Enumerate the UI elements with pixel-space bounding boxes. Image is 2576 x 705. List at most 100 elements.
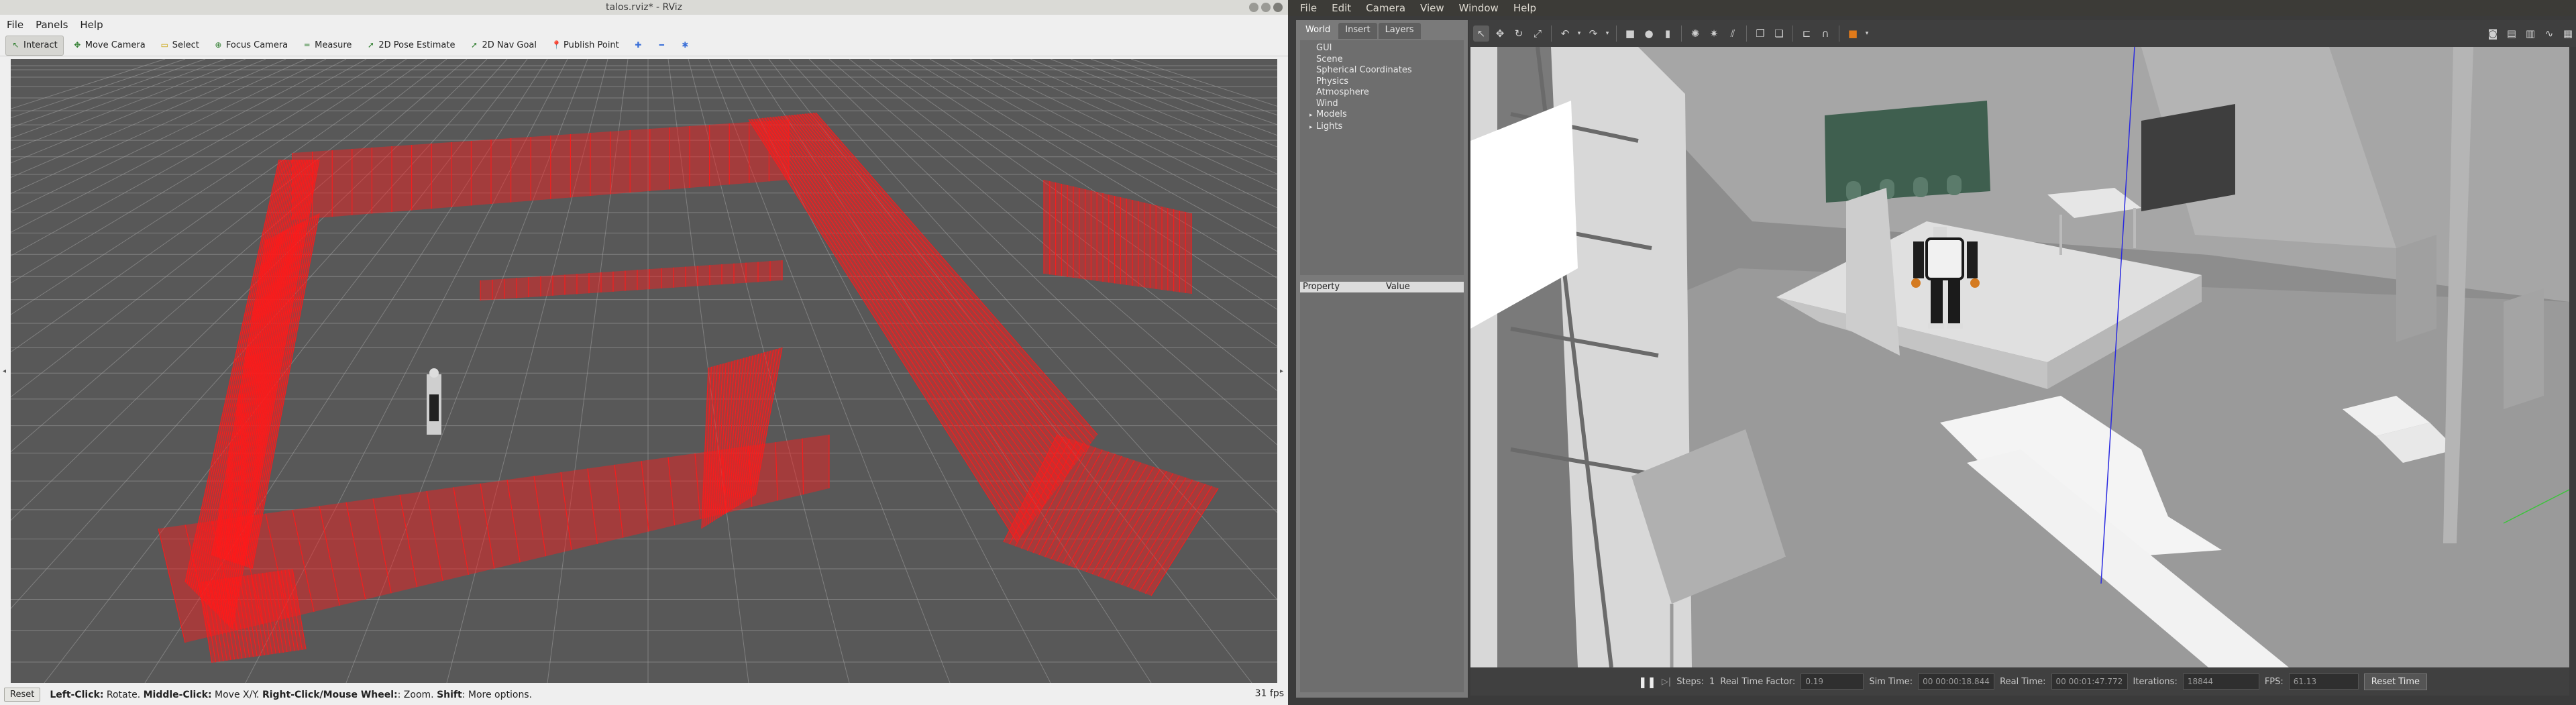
tool-move-camera[interactable]: ✥ Move Camera — [68, 36, 151, 55]
tool-properties-button[interactable]: ✱ — [676, 36, 695, 55]
remove-tool-button[interactable]: ━ — [652, 36, 672, 55]
spot-light-icon[interactable]: ✷ — [1706, 25, 1722, 42]
tool-focus-camera[interactable]: ⊕ Focus Camera — [209, 36, 293, 55]
log-icon[interactable]: ▤ — [2504, 25, 2520, 42]
redo-icon[interactable]: ↷ — [1585, 25, 1601, 42]
add-tool-button[interactable]: ✚ — [629, 36, 648, 55]
tree-item-gui[interactable]: GUI — [1309, 43, 1464, 54]
menu-camera[interactable]: Camera — [1360, 2, 1411, 14]
menu-window[interactable]: Window — [1454, 2, 1504, 14]
menu-file[interactable]: File — [1295, 2, 1322, 14]
select-mode-icon[interactable]: ↖ — [1473, 25, 1489, 42]
tree-item-atmosphere[interactable]: Atmosphere — [1309, 87, 1464, 99]
menu-help[interactable]: Help — [1508, 2, 1542, 14]
gear-icon: ✱ — [682, 40, 689, 50]
tab-layers[interactable]: Layers — [1378, 23, 1421, 39]
divider — [1681, 25, 1682, 42]
snap-icon[interactable]: ∩ — [1817, 25, 1833, 42]
tree-item-label: Scene — [1316, 54, 1343, 64]
reset-button[interactable]: Reset — [4, 688, 41, 702]
undo-icon[interactable]: ↶ — [1557, 25, 1573, 42]
undo-dropdown-icon[interactable]: ▾ — [1576, 25, 1582, 42]
robot-head — [429, 368, 439, 378]
grid-menu-icon[interactable]: ▦ — [2560, 25, 2576, 42]
rtf-label: Real Time Factor: — [1720, 676, 1796, 687]
tool-label: Focus Camera — [225, 40, 288, 50]
tree-item-lights[interactable]: ▸ Lights — [1309, 121, 1464, 133]
tool-select[interactable]: ▭ Select — [155, 36, 205, 55]
step-icon[interactable]: ▷| — [1662, 677, 1671, 687]
sphere-shape-icon[interactable]: ● — [1641, 25, 1657, 42]
rviz-window: talos.rviz* - RViz File Panels Help ↖ Int… — [0, 0, 1288, 705]
align-icon[interactable]: ⊏ — [1799, 25, 1815, 42]
tool-2d-pose-estimate[interactable]: ➚ 2D Pose Estimate — [361, 36, 460, 55]
maximize-icon[interactable] — [1261, 3, 1271, 12]
panel-tabs: World Insert Layers — [1296, 23, 1468, 39]
box-shape-icon[interactable]: ■ — [1622, 25, 1638, 42]
tool-interact[interactable]: ↖ Interact — [5, 35, 64, 56]
left-collapse-icon[interactable]: ◂ — [3, 368, 9, 375]
mouse-hint: Left-Click: Rotate. Middle-Click: Move X… — [50, 690, 532, 700]
tab-world[interactable]: World — [1299, 23, 1338, 39]
rtf-field: 0.19 — [1801, 673, 1864, 690]
copy-icon[interactable]: ❐ — [1752, 25, 1768, 42]
scale-mode-icon[interactable]: ⤢ — [1529, 25, 1546, 42]
menu-view[interactable]: View — [1415, 2, 1450, 14]
screenshot-icon[interactable]: ◙ — [2485, 25, 2501, 42]
tree-item-label: Lights — [1316, 121, 1343, 131]
tree-item-physics[interactable]: Physics — [1309, 76, 1464, 88]
record-video-icon[interactable]: ▥ — [2522, 25, 2538, 42]
3d-viewport[interactable] — [11, 59, 1277, 683]
menu-bar: File Edit Camera View Window Help — [1288, 0, 2576, 16]
right-collapse-icon[interactable]: ▸ — [1280, 368, 1287, 375]
cylinder-shape-icon[interactable]: ▮ — [1660, 25, 1676, 42]
reset-time-button[interactable]: Reset Time — [2363, 673, 2428, 690]
tool-measure[interactable]: ═ Measure — [297, 36, 357, 55]
tree-item-scene[interactable]: Scene — [1309, 54, 1464, 66]
view-dropdown-icon[interactable]: ▾ — [1864, 25, 1870, 42]
pose-estimate-icon: ➚ — [367, 40, 374, 50]
paste-icon[interactable]: ❏ — [1771, 25, 1787, 42]
tool-label: Measure — [315, 40, 352, 50]
tree-item-models[interactable]: ▸ Models — [1309, 109, 1464, 121]
pause-icon[interactable]: ❚❚ — [1638, 675, 1656, 688]
menu-panels[interactable]: Panels — [33, 17, 74, 32]
tree-item-spherical-coordinates[interactable]: Spherical Coordinates — [1309, 65, 1464, 76]
publish-point-icon: 📍 — [551, 40, 561, 50]
gazebo-window: File Edit Camera View Window Help World … — [1288, 0, 2576, 705]
hint-key: Middle-Click: — [143, 689, 212, 700]
menu-help[interactable]: Help — [77, 17, 109, 32]
change-view-icon[interactable]: ■ — [1845, 25, 1861, 42]
tool-label: Interact — [23, 40, 58, 50]
tool-label: 2D Nav Goal — [482, 40, 537, 50]
nav-goal-icon: ➚ — [470, 40, 478, 50]
hint-text: : More options. — [462, 689, 533, 700]
hint-text: Move X/Y. — [211, 689, 262, 700]
tab-insert[interactable]: Insert — [1338, 23, 1377, 39]
directional-light-icon[interactable]: ⫽ — [1725, 25, 1741, 42]
close-icon[interactable] — [1273, 3, 1283, 12]
redo-dropdown-icon[interactable]: ▾ — [1604, 25, 1611, 42]
plus-icon: ✚ — [635, 40, 642, 50]
fps-label: FPS: — [2264, 676, 2284, 687]
tool-publish-point[interactable]: 📍 Publish Point — [546, 36, 625, 55]
minimize-icon[interactable] — [1249, 3, 1258, 12]
hint-text: : Zoom. — [397, 689, 437, 700]
tool-2d-nav-goal[interactable]: ➚ 2D Nav Goal — [464, 36, 542, 55]
rotate-mode-icon[interactable]: ↻ — [1511, 25, 1527, 42]
minus-icon: ━ — [659, 40, 664, 50]
menu-file[interactable]: File — [4, 17, 30, 32]
3d-viewport[interactable] — [1470, 47, 2569, 667]
point-light-icon[interactable]: ✺ — [1687, 25, 1703, 42]
real-time-label: Real Time: — [2000, 676, 2046, 687]
translate-mode-icon[interactable]: ✥ — [1492, 25, 1508, 42]
tree-item-wind[interactable]: Wind — [1309, 99, 1464, 110]
plot-icon[interactable]: ∿ — [2541, 25, 2557, 42]
robot-body — [429, 394, 439, 421]
tree-item-label: Wind — [1316, 98, 1338, 109]
steps-value[interactable]: 1 — [1709, 677, 1715, 687]
value-column-header[interactable]: Value — [1383, 282, 1410, 292]
divider — [1746, 25, 1747, 42]
property-column-header[interactable]: Property — [1300, 282, 1383, 292]
menu-edit[interactable]: Edit — [1326, 2, 1356, 14]
